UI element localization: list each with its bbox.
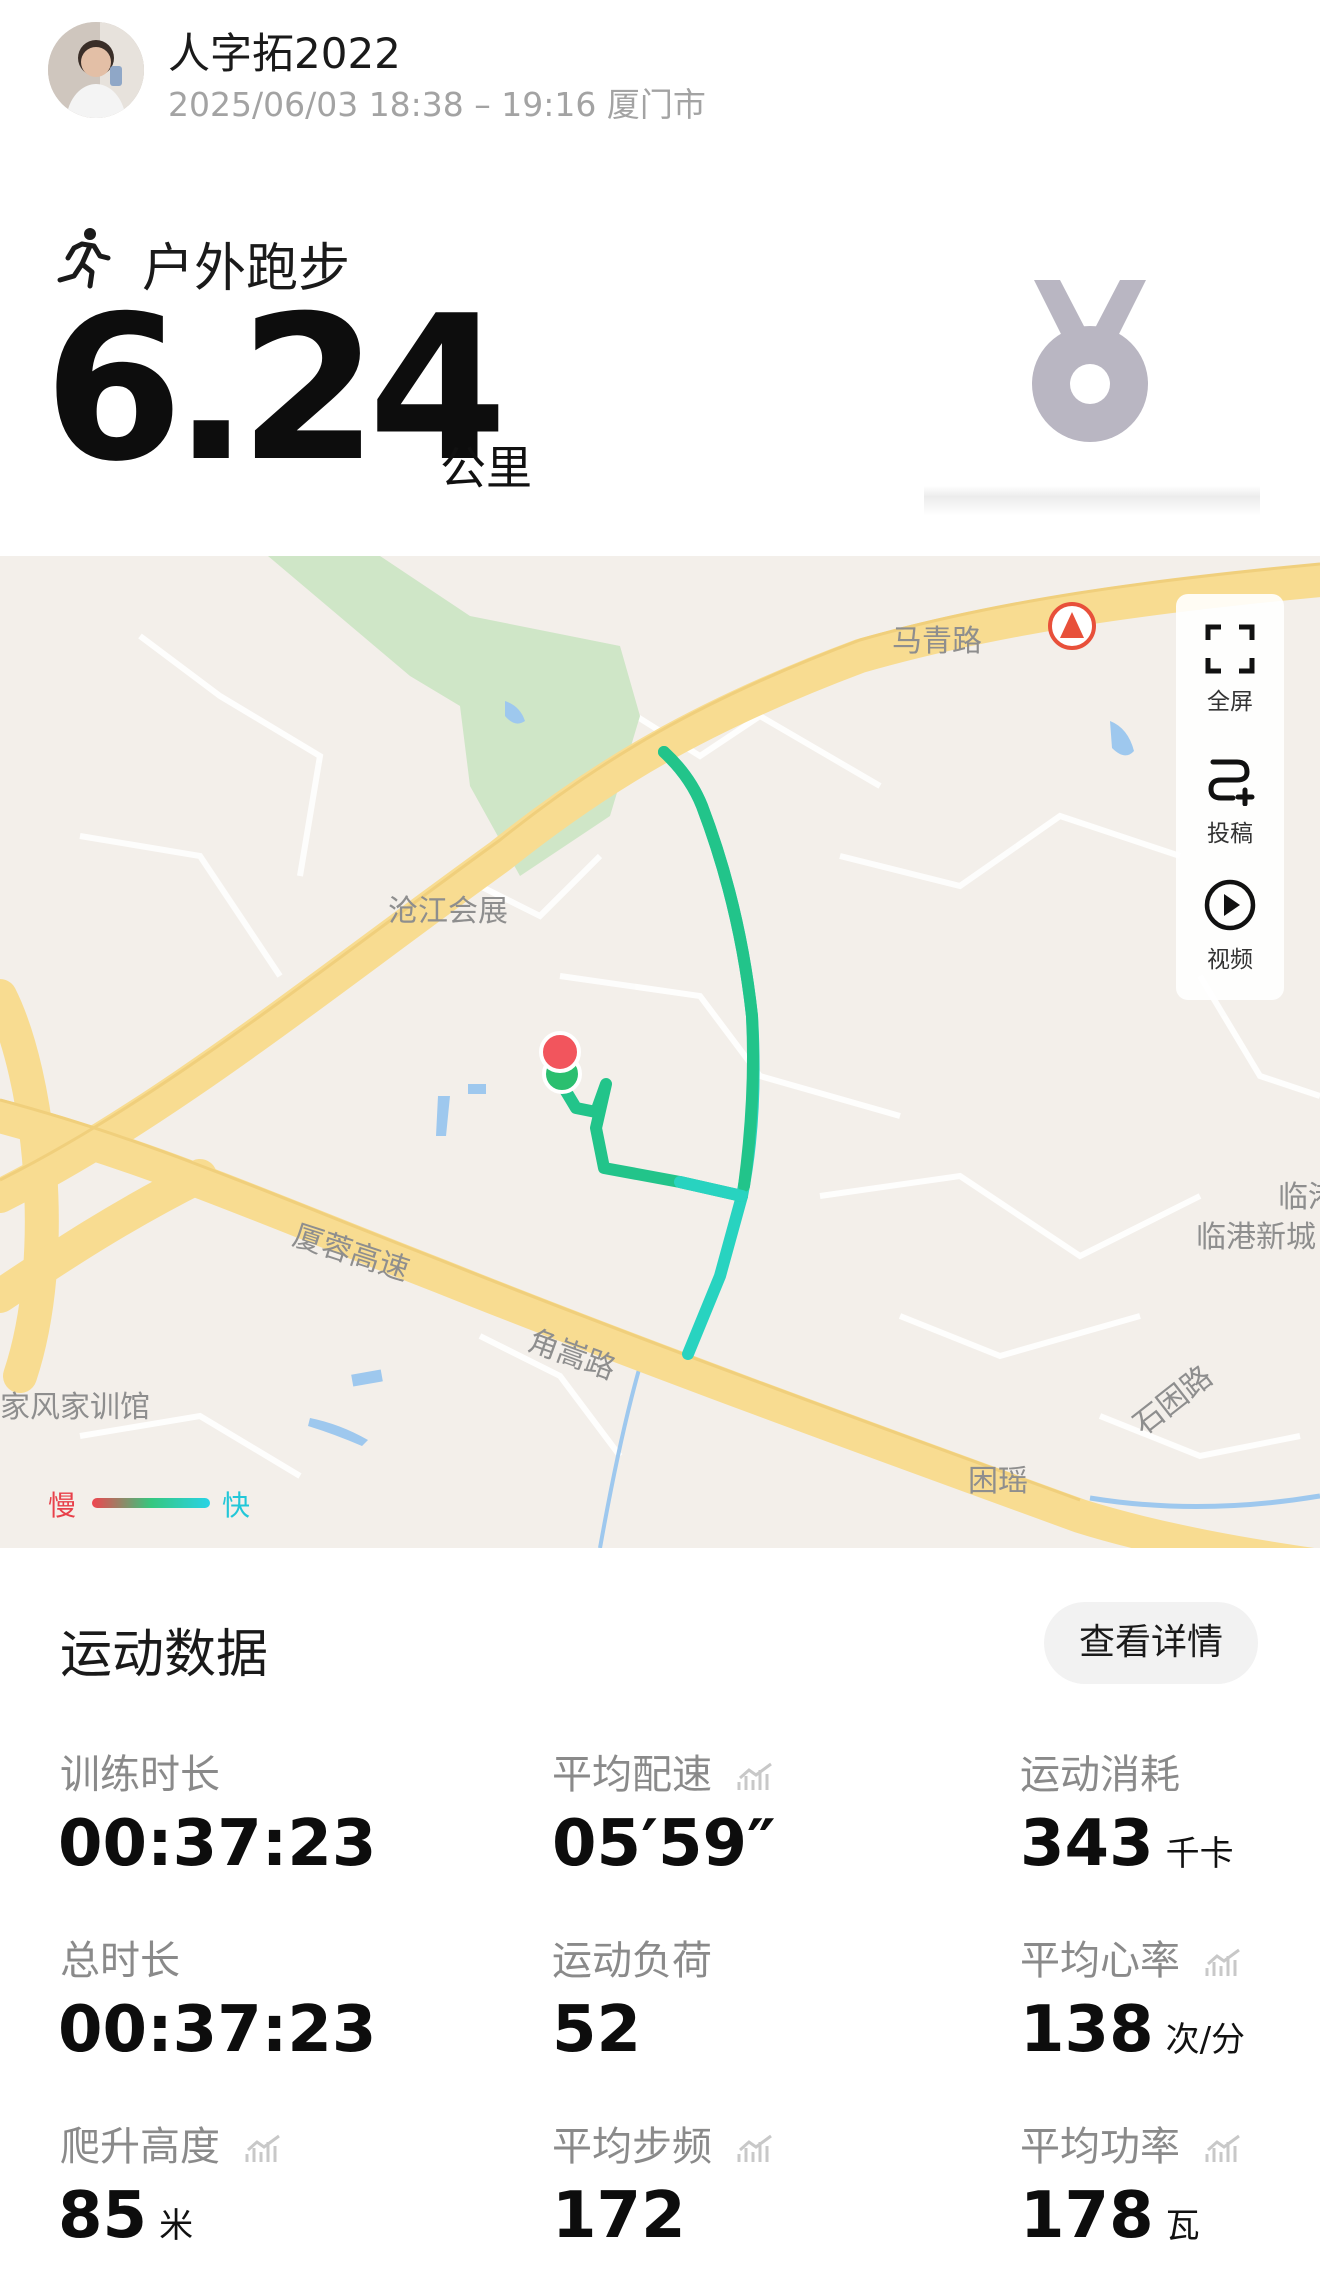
metric-unit-calories: 千卡 [1165,1834,1234,1874]
speed-legend: 慢 快 [48,1484,288,1524]
metric-unit-elevation: 米 [159,2206,194,2246]
metric-label-avg-cadence[interactable]: 平均步频 [552,2114,775,2172]
trend-chart-icon [737,1762,772,1790]
trend-chart-icon [1205,1948,1240,1976]
metric-value-avg-power: 178 瓦 [1020,2179,1200,2253]
trend-chart-icon [1205,2134,1240,2162]
metric-label-training-duration: 训练时长 [60,1752,220,1798]
user-avatar[interactable] [48,22,144,118]
metric-value-avg-pace: 05′59″ [552,1807,776,1881]
fullscreen-icon [1205,624,1255,674]
avatar-image [48,22,144,118]
metric-label-calories: 运动消耗 [1020,1752,1180,1798]
video-label: 视频 [1207,947,1253,973]
trend-chart-icon [245,2134,280,2162]
map-canvas [0,556,1320,1548]
distance-value: 6.24 [44,273,507,506]
metric-unit-power: 瓦 [1165,2206,1200,2246]
speed-gradient-bar [92,1498,210,1508]
map-toolbar: 全屏 投稿 视频 [1176,594,1284,1000]
speed-slow-label: 慢 [48,1489,77,1522]
metric-value-avg-cadence: 172 [552,2179,686,2253]
fullscreen-label: 全屏 [1207,689,1253,715]
metric-value-calories: 343 千卡 [1020,1807,1234,1881]
metric-label-avg-power[interactable]: 平均功率 [1020,2114,1243,2172]
metric-unit-heart-rate: 次/分 [1165,2020,1246,2060]
submit-button[interactable]: 投稿 [1176,752,1284,848]
play-icon [1204,879,1256,931]
route-share-icon [1208,759,1255,807]
map-label-maqing-road: 马青路 [892,624,982,659]
metric-label-training-load: 运动负荷 [552,1938,712,1984]
workout-datetime-location: 2025/06/03 18:38 – 19:16 厦门市 [168,85,706,124]
medal-icon[interactable] [1020,278,1160,450]
metric-value-total-duration: 00:37:23 [58,1993,377,2067]
trend-chart-icon [737,2134,772,2162]
medal-shadow [924,486,1260,516]
submit-label: 投稿 [1207,821,1253,847]
distance-unit: 公里 [440,441,532,495]
section-title: 运动数据 [60,1625,269,1685]
metric-label-elevation-gain[interactable]: 爬升高度 [60,2114,283,2172]
map-label-cangjiang: 沧江会展 [388,894,508,929]
route-map[interactable]: 马青路 沧江会展 厦蓉高速 角嵩路 家风家训馆 困瑶 石困路 临港新城 临港 全… [0,556,1320,1548]
map-label-lin-edge: 临港 [1278,1180,1320,1215]
metric-label-avg-heart-rate[interactable]: 平均心率 [1020,1928,1243,1986]
fullscreen-button[interactable]: 全屏 [1176,624,1284,716]
metric-label-avg-pace[interactable]: 平均配速 [552,1742,775,1800]
map-label-lingang: 临港新城 [1196,1220,1316,1255]
video-button[interactable]: 视频 [1176,878,1284,974]
map-label-jiaxun: 家风家训馆 [0,1390,150,1425]
username[interactable]: 人字拓2022 [168,20,401,81]
map-label-kunyao: 困瑶 [968,1464,1028,1499]
metric-value-elevation-gain: 85 米 [58,2179,194,2253]
view-details-button[interactable]: 查看详情 [1044,1602,1258,1684]
metric-value-training-duration: 00:37:23 [58,1807,377,1881]
metric-value-avg-heart-rate: 138 次/分 [1020,1993,1246,2067]
metric-value-training-load: 52 [552,1993,642,2067]
metric-label-total-duration: 总时长 [60,1938,180,1984]
speed-fast-label: 快 [222,1489,251,1522]
